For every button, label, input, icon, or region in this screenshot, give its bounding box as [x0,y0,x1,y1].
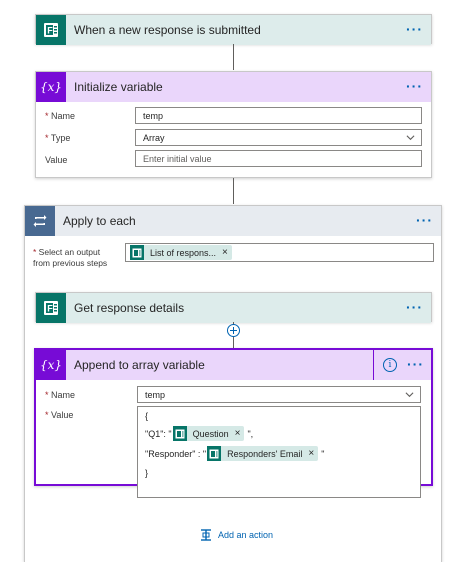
trigger-title: When a new response is submitted [74,23,261,37]
append-to-array-card[interactable]: {x} Append to array variable i ··· * Nam… [34,348,433,498]
name-label: * Name [45,390,76,400]
apply-to-each-title: Apply to each [63,214,136,228]
select-output-label: * Select an output from previous steps [33,247,108,268]
get-response-details-header[interactable]: F Get response details ··· [36,293,431,323]
append-to-array-more-button[interactable]: ··· [407,356,424,372]
trigger-more-button[interactable]: ··· [406,21,423,37]
variable-icon: {x} [36,72,66,102]
name-label: * Name [45,111,76,121]
token-label: List of respons... [150,247,217,258]
value-editor[interactable]: { "Q1": " Question × ", "Responder" : " … [137,406,421,498]
chevron-down-icon [405,392,414,398]
json-q1-line: "Q1": " Question × ", [145,426,254,441]
dynamic-content-token[interactable]: List of respons... × [130,245,232,260]
name-select[interactable]: temp [137,386,421,403]
initialize-variable-card[interactable]: {x} Initialize variable ··· * Name temp … [35,71,432,178]
forms-icon: F [36,15,66,45]
json-responder-line: "Responder" : " Responders' Email × " [145,446,325,461]
forms-icon: F [36,293,66,323]
variable-icon: {x} [36,350,66,380]
svg-text:F: F [47,304,53,314]
json-close-brace: } [145,468,149,478]
responders-email-token[interactable]: Responders' Email × [207,446,319,461]
value-input[interactable]: Enter initial value [135,150,422,167]
svg-text:F: F [47,26,53,36]
select-output-field[interactable]: List of respons... × [125,243,434,262]
apply-to-each-more-button[interactable]: ··· [416,212,433,228]
add-action-icon [201,529,211,541]
get-response-details-title: Get response details [74,301,185,315]
get-response-details-card[interactable]: F Get response details ··· [35,292,432,323]
token-label: Question [192,428,229,439]
value-label: Value [45,155,68,165]
json-open-brace: { [145,411,149,421]
more-icon: ··· [406,21,423,37]
add-action-button[interactable]: Add an action [199,528,273,542]
more-icon: ··· [407,356,424,372]
initialize-variable-more-button[interactable]: ··· [406,78,423,94]
question-token[interactable]: Question × [172,426,245,441]
more-icon: ··· [406,299,423,315]
info-button[interactable]: i [383,358,397,372]
more-icon: ··· [406,78,423,94]
forms-icon [172,426,187,441]
add-action-label: Add an action [218,530,274,540]
connector-line [233,178,234,204]
apply-to-each-header[interactable]: Apply to each ··· [25,206,441,236]
plus-icon [230,327,237,334]
type-select[interactable]: Array [135,129,422,146]
remove-token-button[interactable]: × [308,448,314,459]
chevron-down-icon [406,135,415,141]
more-icon: ··· [416,212,433,228]
append-to-array-title: Append to array variable [74,358,205,372]
append-to-array-header[interactable]: {x} Append to array variable [36,350,373,380]
name-field[interactable]: temp [135,107,422,124]
value-label: * Value [45,410,74,420]
insert-step-button[interactable] [227,324,240,337]
trigger-header[interactable]: F When a new response is submitted ··· [36,15,431,45]
type-label: * Type [45,133,71,143]
token-label: Responders' Email [227,448,303,459]
connector-line [233,44,234,70]
remove-token-button[interactable]: × [222,247,228,258]
initialize-variable-header[interactable]: {x} Initialize variable ··· [36,72,431,102]
forms-icon [207,446,222,461]
info-icon: i [388,360,392,370]
trigger-card[interactable]: F When a new response is submitted ··· [35,14,432,45]
initialize-variable-title: Initialize variable [74,80,163,94]
remove-token-button[interactable]: × [235,428,241,439]
forms-icon [130,245,144,260]
get-response-details-more-button[interactable]: ··· [406,299,423,315]
loop-icon [25,206,55,236]
